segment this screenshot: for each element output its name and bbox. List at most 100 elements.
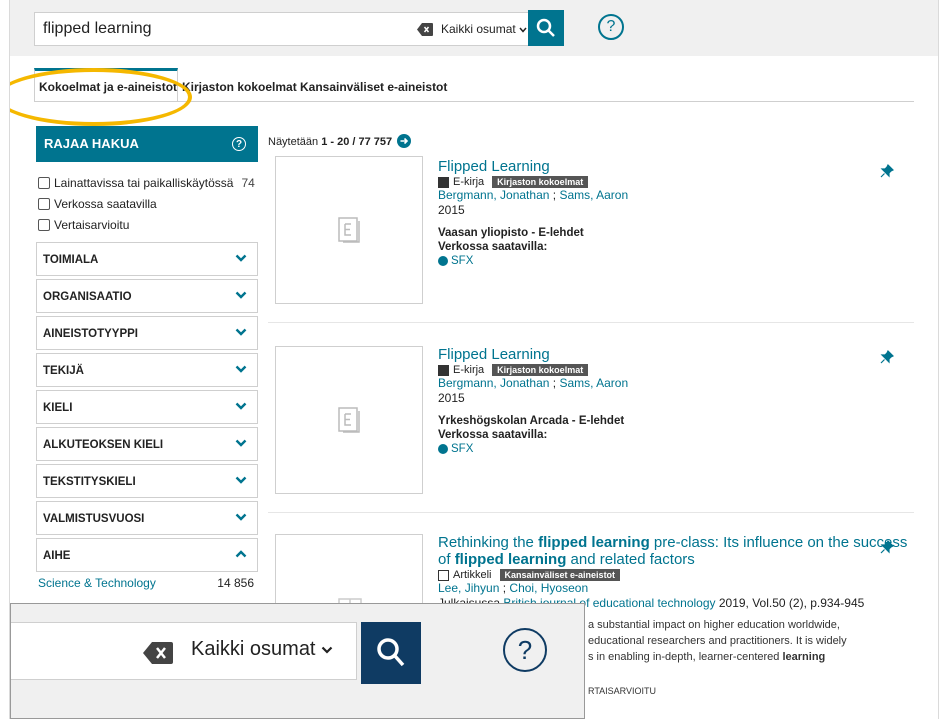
record-org: Vaasan yliopisto - E-lehdet — [438, 227, 584, 239]
sfx-label: SFX — [451, 255, 474, 267]
checkbox[interactable] — [38, 176, 50, 189]
facet-label: VALMISTUSVUOSI — [43, 513, 145, 525]
format-label: E-kirja — [453, 176, 485, 188]
abstract-line: educational researchers and practitioner… — [588, 635, 847, 647]
help-icon[interactable]: ? — [232, 137, 246, 151]
tab-kirjaston-kokoelmat[interactable]: Kirjaston kokoelmat — [178, 68, 301, 102]
record-separator — [268, 512, 914, 513]
abstract-highlight: learning — [782, 651, 826, 663]
clear-icon[interactable] — [143, 642, 173, 664]
facet-value-count: 14 856 — [217, 576, 254, 590]
record-authors: Bergmann, Jonathan ; Sams, Aaron — [438, 188, 629, 202]
scope-label: Kaikki osumat — [441, 22, 516, 36]
facet-label: AINEISTOTYYPPI — [43, 328, 139, 340]
author-link[interactable]: Sams, Aaron — [559, 376, 628, 390]
pin-icon[interactable] — [880, 540, 894, 554]
record-separator — [268, 322, 914, 323]
results-prefix: Näytetään — [268, 136, 322, 148]
chevron-down-icon — [235, 328, 247, 336]
filter-available[interactable]: Lainattavissa tai paikalliskäytössä 74 — [38, 172, 258, 193]
checkbox-filters: Lainattavissa tai paikalliskäytössä 74 V… — [36, 162, 258, 239]
record-thumbnail[interactable] — [275, 346, 423, 494]
pin-icon[interactable] — [880, 164, 894, 178]
search-box: Kaikki osumat — [34, 12, 538, 46]
author-link[interactable]: Bergmann, Jonathan — [438, 188, 549, 202]
facet-tekija[interactable]: TEKIJÄ — [36, 353, 258, 387]
checkbox[interactable] — [38, 197, 50, 210]
results-sep: / — [349, 136, 359, 148]
clear-icon[interactable] — [417, 23, 433, 36]
scope-select[interactable]: Kaikki osumat — [441, 13, 527, 45]
sfx-link[interactable]: SFX — [438, 442, 908, 456]
author-link[interactable]: Lee, Jihyun — [438, 581, 499, 595]
scope-select[interactable]: Kaikki osumat — [191, 638, 333, 661]
record-format: Artikkeli Kansainväliset e-aineistot — [438, 569, 908, 581]
chevron-down-icon — [235, 254, 247, 262]
record-title[interactable]: Flipped Learning — [438, 158, 908, 175]
next-page-icon[interactable] — [397, 134, 412, 148]
help-icon[interactable]: ? — [503, 628, 547, 672]
zoomed-search-box: Kaikki osumat — [11, 622, 357, 680]
record-thumbnail[interactable] — [275, 156, 423, 304]
facet-value-label: Science & Technology — [38, 576, 156, 590]
facet-organisaatio[interactable]: ORGANISAATIO — [36, 279, 258, 313]
pin-icon[interactable] — [880, 350, 894, 364]
facet-label: TEKSTITYSKIELI — [43, 476, 136, 488]
filter-online[interactable]: Verkossa saatavilla — [38, 193, 258, 214]
chevron-down-icon — [235, 291, 247, 299]
format-label: E-kirja — [453, 364, 485, 376]
facet-tekstityskieli[interactable]: TEKSTITYSKIELI — [36, 464, 258, 498]
tab-kansainvaliset-e-aineistot[interactable]: Kansainväliset e-aineistot — [296, 68, 451, 102]
checkbox-label: Vertaisarvioitu — [54, 217, 130, 232]
filter-peer-reviewed[interactable]: Vertaisarvioitu — [38, 214, 258, 235]
sfx-link[interactable]: SFX — [438, 254, 908, 268]
record-year: 2015 — [438, 391, 465, 405]
author-link[interactable]: Choi, Hyoseon — [509, 581, 588, 595]
author-link[interactable]: Sams, Aaron — [559, 188, 628, 202]
facet-alkuteoksen-kieli[interactable]: ALKUTEOKSEN KIELI — [36, 427, 258, 461]
record-org: Yrkeshögskolan Arcada - E-lehdet — [438, 415, 625, 427]
ebook-placeholder-icon — [338, 407, 360, 433]
facet-kieli[interactable]: KIELI — [36, 390, 258, 424]
result-record: Flipped Learning E-kirja Kirjaston kokoe… — [438, 346, 908, 456]
results-range: 1 - 20 — [321, 136, 350, 148]
facet-toimiala[interactable]: TOIMIALA — [36, 242, 258, 276]
chevron-down-icon — [235, 476, 247, 484]
collection-badge: Kirjaston kokoelmat — [492, 364, 589, 376]
format-label: Artikkeli — [453, 569, 492, 581]
result-record: Rethinking the flipped learning pre-clas… — [438, 534, 908, 611]
chevron-down-icon — [235, 513, 247, 521]
record-year: 2015 — [438, 203, 465, 217]
checkbox-count: 74 — [241, 175, 255, 190]
title-highlight: flipped learning — [454, 551, 567, 568]
checkbox-label: Verkossa saatavilla — [54, 196, 157, 211]
search-button[interactable] — [361, 622, 421, 684]
search-input[interactable] — [43, 19, 413, 39]
title-highlight: flipped learning — [538, 534, 650, 551]
title-part: and related factors — [566, 551, 695, 568]
facet-label: ORGANISAATIO — [43, 291, 132, 303]
zoom-inset: Kaikki osumat ? — [10, 603, 585, 719]
author-link[interactable]: Bergmann, Jonathan — [438, 376, 549, 390]
checkbox[interactable] — [38, 218, 50, 231]
facet-label: ALKUTEOKSEN KIELI — [43, 439, 164, 451]
facet-value-science-technology[interactable]: Science & Technology 14 856 — [36, 572, 258, 594]
record-authors: Lee, Jihyun ; Choi, Hyoseon — [438, 581, 589, 595]
collection-badge: Kansainväliset e-aineistot — [499, 569, 621, 581]
record-format: E-kirja Kirjaston kokoelmat — [438, 364, 908, 376]
sfx-label: SFX — [451, 443, 474, 455]
record-title[interactable]: Rethinking the flipped learning pre-clas… — [438, 534, 908, 568]
search-icon — [377, 638, 405, 667]
chevron-up-icon — [235, 550, 247, 558]
online-label: Verkossa saatavilla: — [438, 241, 548, 253]
facet-aihe[interactable]: AIHE — [36, 538, 258, 572]
record-title[interactable]: Flipped Learning — [438, 346, 908, 363]
facet-valmistusvuosi[interactable]: VALMISTUSVUOSI — [36, 501, 258, 535]
peer-reviewed-label: RTAISARVIOITU — [588, 686, 657, 696]
chevron-down-icon — [519, 27, 527, 33]
search-bar: Kaikki osumat ? — [10, 0, 938, 56]
help-icon[interactable]: ? — [598, 14, 624, 40]
search-button[interactable] — [528, 10, 564, 46]
record-authors: Bergmann, Jonathan ; Sams, Aaron — [438, 376, 629, 390]
facet-aineistotyyppi[interactable]: AINEISTOTYYPPI — [36, 316, 258, 350]
